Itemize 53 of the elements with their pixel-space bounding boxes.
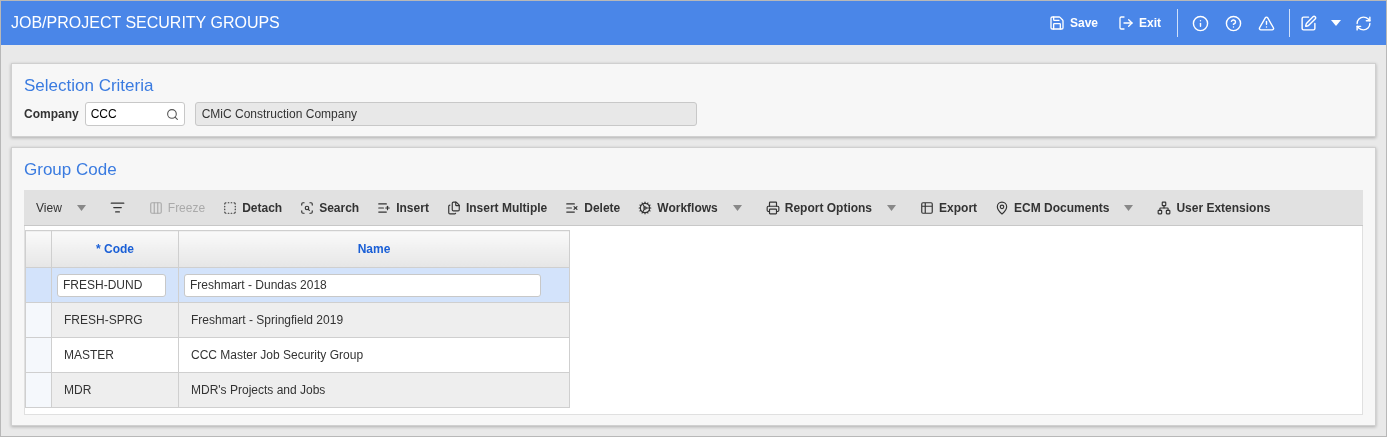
caret-icon[interactable]	[1331, 20, 1341, 26]
column-header[interactable]: * Code	[51, 230, 179, 268]
view-menu[interactable]: View	[28, 200, 94, 215]
exit-icon	[1118, 15, 1134, 31]
dashed-square-icon	[223, 200, 238, 215]
map-pin-icon	[995, 200, 1010, 215]
table-cell: CCC Master Job Security Group	[178, 337, 570, 373]
warning-icon[interactable]	[1258, 14, 1275, 32]
edit-icon[interactable]	[1300, 14, 1317, 32]
save-button[interactable]: Save	[1038, 15, 1108, 31]
search-icon[interactable]	[165, 107, 179, 121]
files-icon	[446, 200, 461, 215]
filter-icon	[109, 200, 125, 215]
table-cell: MASTER	[51, 337, 179, 373]
section-title: Group Code	[24, 160, 118, 180]
caret-icon[interactable]	[76, 204, 86, 211]
list-x-icon	[565, 200, 580, 215]
columns-icon	[148, 200, 163, 215]
help-icon[interactable]	[1225, 14, 1242, 32]
toolbar-button[interactable]: Insert Multiple	[438, 200, 556, 215]
company-name-field: CMiC Construction Company	[194, 102, 697, 126]
toolbar-button[interactable]: Export	[912, 200, 986, 215]
section-title: Selection Criteria	[24, 76, 155, 96]
gear-icon	[638, 200, 653, 215]
table-icon	[920, 200, 935, 215]
toolbar-button[interactable]: Detach	[215, 200, 291, 215]
code-input[interactable]: FRESH-DUND	[57, 273, 166, 297]
toolbar-button[interactable]: Insert	[369, 200, 437, 215]
refresh-icon[interactable]	[1355, 14, 1372, 32]
table-cell: Freshmart - Springfield 2019	[178, 302, 570, 338]
hierarchy-icon	[1157, 200, 1172, 215]
list-plus-icon	[377, 200, 392, 215]
name-input[interactable]: Freshmart - Dundas 2018	[184, 273, 541, 297]
table-cell: MDR's Projects and Jobs	[178, 372, 570, 408]
printer-icon	[765, 200, 780, 215]
table-cell: FRESH-SPRG	[51, 302, 179, 338]
toolbar-button[interactable]: Workflows	[630, 200, 750, 215]
company-field[interactable]: CCC	[84, 102, 185, 126]
caret-icon[interactable]	[887, 204, 897, 211]
info-icon[interactable]	[1192, 14, 1209, 32]
field-label: Company	[24, 107, 79, 121]
window-title: JOB/PROJECT SECURITY GROUPS	[11, 14, 281, 32]
toolbar-button[interactable]: ECM Documents	[987, 200, 1142, 215]
toolbar-button[interactable]: User Extensions	[1149, 200, 1279, 215]
toolbar-button[interactable]: Delete	[557, 200, 629, 215]
toolbar-button[interactable]: Report Options	[757, 200, 905, 215]
exit-button[interactable]: Exit	[1108, 15, 1171, 31]
caret-icon[interactable]	[732, 204, 742, 211]
caret-icon[interactable]	[1124, 204, 1134, 211]
table-cell: MDR	[51, 372, 179, 408]
column-header[interactable]: Name	[178, 230, 570, 268]
search-icon	[300, 200, 315, 215]
toolbar-button[interactable]: Search	[292, 200, 368, 215]
